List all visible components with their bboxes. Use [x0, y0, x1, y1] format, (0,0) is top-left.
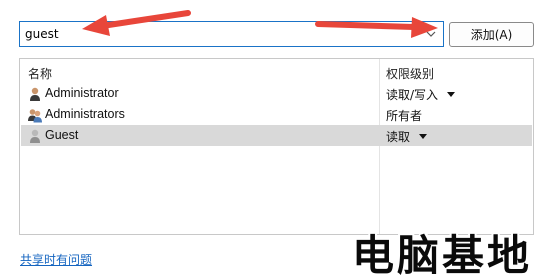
group-icon	[28, 109, 42, 123]
site-watermark: 电脑基地	[352, 231, 533, 280]
permission-dropdown[interactable]: 读取	[386, 128, 428, 145]
list-item-name: Administrator	[45, 86, 119, 100]
list-item-selected[interactable]: Guest 读取	[21, 125, 532, 146]
user-icon	[30, 87, 40, 101]
permission-dropdown[interactable]: 读取/写入	[386, 86, 456, 103]
chevron-down-icon[interactable]	[423, 26, 439, 42]
permission-label: 所有者	[386, 107, 422, 124]
permission-label: 读取	[386, 130, 411, 144]
add-button[interactable]: 添加(A)	[449, 22, 534, 47]
dropdown-caret-icon[interactable]	[447, 92, 456, 97]
list-item-name: Guest	[45, 128, 79, 142]
sharing-issue-link[interactable]: 共享时有问题	[20, 251, 92, 268]
user-combobox[interactable]	[19, 21, 444, 47]
dropdown-caret-icon[interactable]	[419, 134, 428, 139]
list-item[interactable]: Administrators 所有者	[21, 104, 532, 125]
permission-list[interactable]: 名称 权限级别 Administrator 读取/写入 Administrato…	[19, 58, 534, 235]
permission-label: 读取/写入	[386, 88, 439, 102]
column-header-permission[interactable]: 权限级别	[386, 65, 434, 82]
user-search-input[interactable]	[25, 26, 415, 42]
guest-user-icon	[30, 129, 40, 143]
permission-text: 所有者	[386, 109, 423, 123]
list-item-name: Administrators	[45, 107, 125, 121]
list-item[interactable]: Administrator 读取/写入	[21, 83, 532, 104]
column-header-name[interactable]: 名称	[28, 65, 52, 82]
